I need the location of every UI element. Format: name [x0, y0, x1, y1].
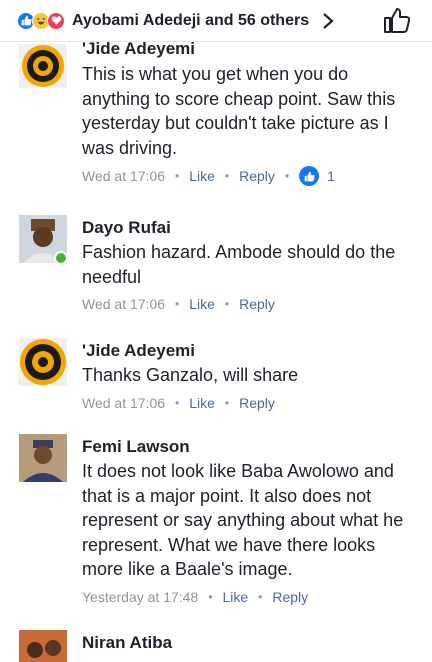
comment-author[interactable]: 'Jide Adeyemi — [82, 340, 420, 362]
chevron-right-icon[interactable] — [321, 12, 335, 30]
separator-dot: • — [284, 169, 290, 183]
avatar[interactable] — [19, 434, 67, 482]
like-link[interactable]: Like — [222, 588, 248, 606]
avatar[interactable] — [19, 630, 67, 662]
like-link[interactable]: Like — [189, 167, 215, 185]
separator-dot: • — [224, 169, 230, 183]
separator-dot: • — [208, 589, 213, 604]
reply-link[interactable]: Reply — [239, 394, 275, 412]
comment: 'Jide Adeyemi This is what you get when … — [0, 40, 432, 200]
comment: Niran Atiba — [0, 630, 432, 662]
comment-text: Thanks Ganzalo, will share — [82, 365, 299, 385]
comment-time[interactable]: Wed at 17:06 — [82, 394, 165, 412]
separator-dot: • — [224, 395, 230, 410]
comment-time[interactable]: Wed at 17:06 — [82, 295, 165, 313]
separator-dot: • — [224, 297, 230, 311]
comment-text: It does not look like Baba Awolowo and t… — [82, 461, 404, 579]
love-icon — [47, 11, 65, 30]
reply-link[interactable]: Reply — [239, 295, 275, 313]
comment-meta: Yesterday at 17:48 • Like • Reply — [82, 588, 420, 606]
comment: 'Jide Adeyemi Thanks Ganzalo, will share… — [0, 338, 432, 418]
comment-author[interactable]: Niran Atiba — [82, 632, 420, 654]
separator-dot: • — [175, 297, 180, 311]
comment-text: Fashion hazard. Ambode should do the nee… — [82, 242, 396, 287]
comment: Dayo Rufai Fashion hazard. Ambode should… — [0, 215, 432, 325]
comment-author[interactable]: Femi Lawson — [82, 436, 420, 458]
separator-dot: • — [175, 169, 180, 183]
comment-author[interactable]: Dayo Rufai — [82, 217, 420, 239]
comment-meta: Wed at 17:06 • Like • Reply — [82, 295, 420, 313]
reactions-header[interactable]: Ayobami Adedeji and 56 others — [0, 0, 432, 42]
reaction-count[interactable]: 1 — [299, 166, 335, 186]
separator-dot: • — [258, 589, 263, 604]
comment-text: This is what you get when you do anythin… — [82, 64, 396, 158]
like-link[interactable]: Like — [189, 394, 215, 412]
online-status-icon — [54, 251, 68, 265]
reaction-count-value: 1 — [327, 168, 335, 184]
avatar[interactable] — [19, 338, 67, 386]
like-link[interactable]: Like — [189, 295, 215, 313]
reactions-title[interactable]: Ayobami Adedeji and 56 others — [72, 12, 309, 30]
comment: Femi Lawson It does not look like Baba A… — [0, 434, 432, 614]
comment-author[interactable]: 'Jide Adeyemi — [82, 42, 420, 61]
reply-link[interactable]: Reply — [272, 588, 308, 606]
comment-meta: Wed at 17:06 • Like • Reply • 1 — [82, 166, 420, 186]
like-icon — [299, 166, 320, 186]
comment-time[interactable]: Yesterday at 17:48 — [82, 588, 198, 606]
separator-dot: • — [175, 395, 180, 410]
like-button-icon[interactable] — [382, 5, 412, 35]
reply-link[interactable]: Reply — [239, 167, 275, 185]
comment-meta: Wed at 17:06 • Like • Reply — [82, 394, 420, 412]
avatar[interactable] — [19, 44, 67, 88]
comment-time[interactable]: Wed at 17:06 — [82, 167, 165, 185]
reaction-summary[interactable] — [17, 11, 65, 30]
